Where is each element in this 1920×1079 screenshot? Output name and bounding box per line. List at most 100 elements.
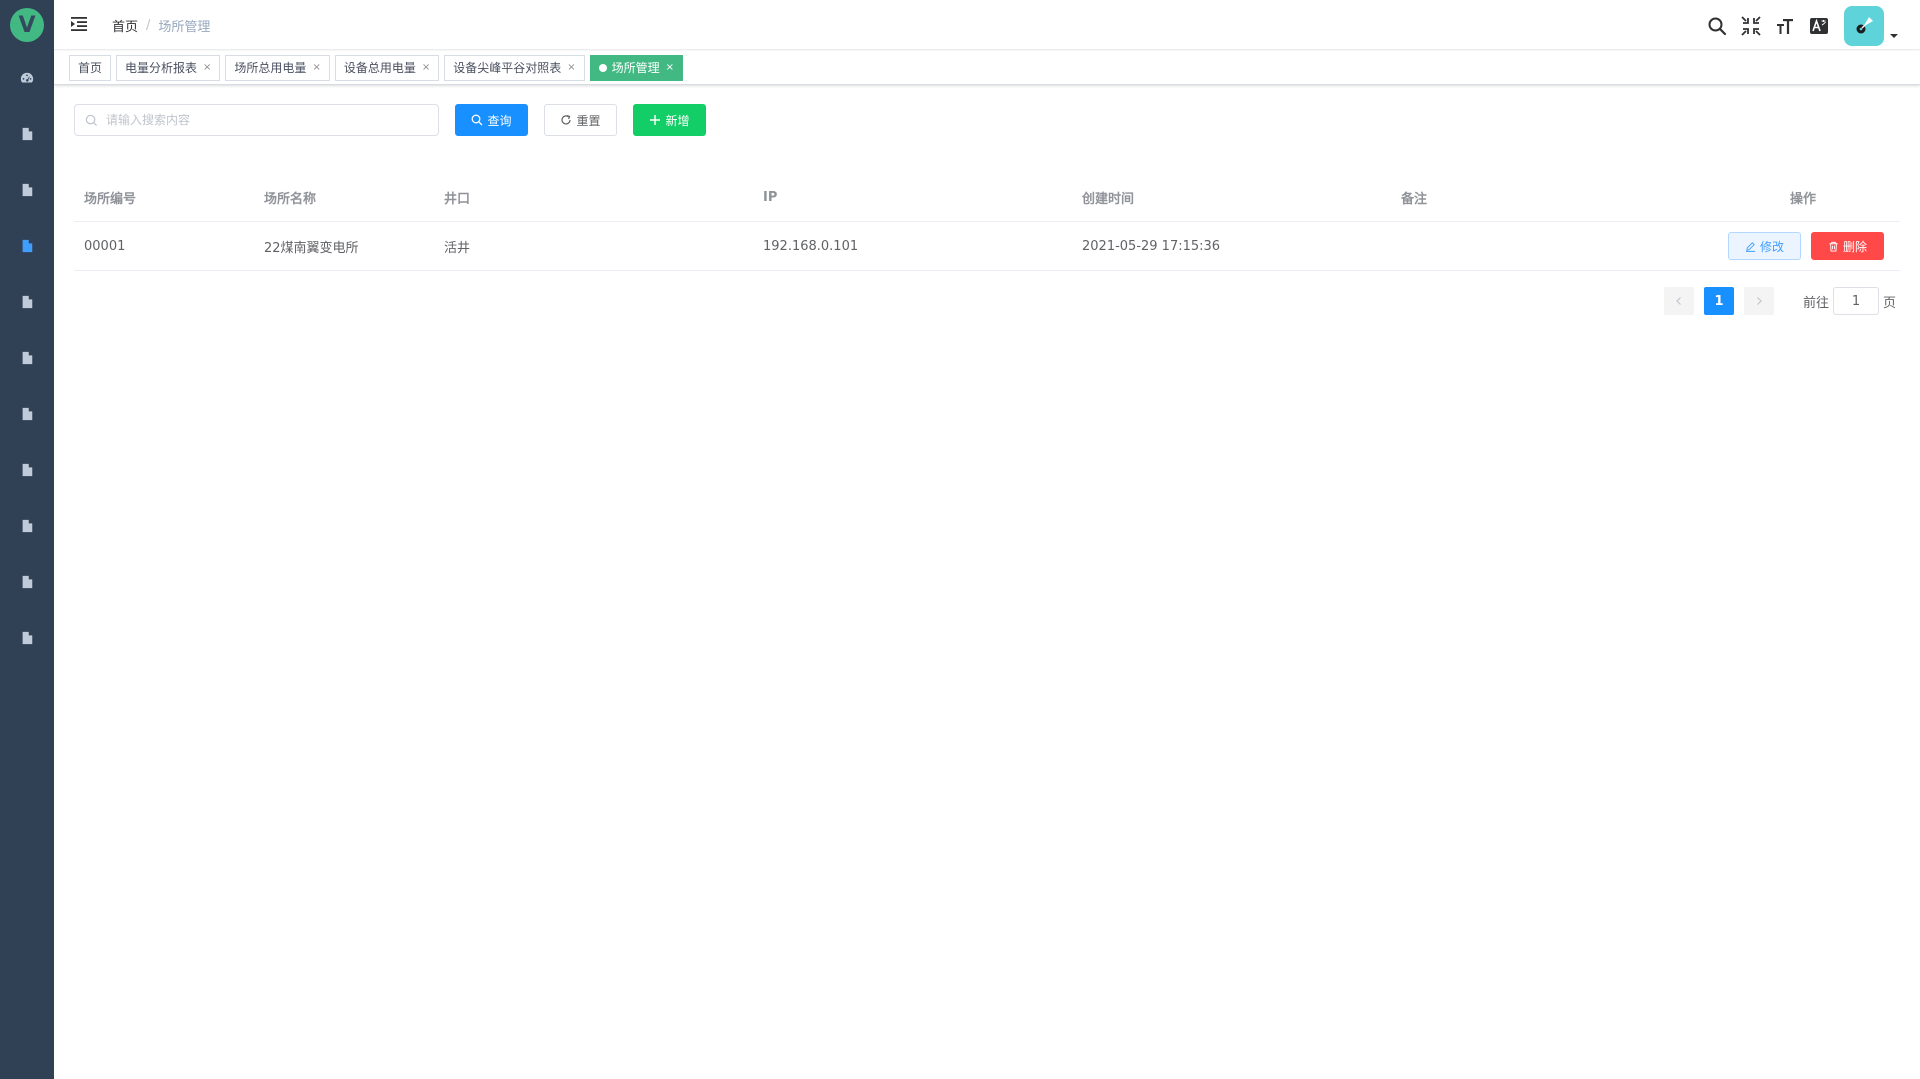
sidebar-item-report-2[interactable] — [0, 162, 54, 218]
search-icon — [1708, 17, 1727, 36]
document-icon — [22, 575, 33, 589]
column-header-actions-label: 操作 — [1789, 192, 1816, 207]
search-icon — [85, 114, 98, 126]
cell-ip: 192.168.0.101 — [763, 238, 859, 254]
font-size-button[interactable] — [1768, 6, 1802, 46]
tag-close-icon[interactable]: × — [422, 62, 430, 73]
sidebar-item-report-3[interactable] — [0, 218, 54, 274]
sidebar-item-report-9[interactable] — [0, 554, 54, 610]
goto-suffix: 页 — [1882, 295, 1896, 311]
main-content: 查询 重置 新增 场所编号 场所名称 井口 IP 创建时间 备注 操作 0000… — [54, 86, 1920, 1079]
delete-button[interactable]: 删除 — [1811, 232, 1884, 260]
chevron-right-icon — [1757, 297, 1762, 305]
chevron-left-icon — [1676, 297, 1681, 305]
table-header-row: 场所编号 场所名称 井口 IP 创建时间 备注 操作 — [74, 174, 1900, 222]
sidebar-item-report-4[interactable] — [0, 274, 54, 330]
page-jumper: 前往 页 — [1803, 287, 1896, 315]
document-icon — [22, 631, 33, 645]
column-header-name: 场所名称 — [264, 192, 317, 207]
column-header-well: 井口 — [444, 192, 471, 207]
menu-fold-icon — [71, 17, 87, 31]
tag-label: 电量分析报表 — [125, 61, 198, 75]
sidebar-item-report-5[interactable] — [0, 330, 54, 386]
cell-well: 活井 — [444, 240, 471, 256]
tag-close-icon[interactable]: × — [203, 62, 211, 73]
reset-button-label: 重置 — [576, 113, 601, 128]
tag-device-peak-valley-table[interactable]: 设备尖峰平谷对照表 × — [444, 54, 585, 81]
sidebar-item-report-8[interactable] — [0, 498, 54, 554]
pagination: 1 前往 页 — [1659, 287, 1896, 315]
goto-prefix: 前往 — [1802, 295, 1829, 311]
document-icon — [22, 295, 33, 309]
plus-icon — [650, 115, 661, 125]
tag-label: 场所总用电量 — [234, 61, 307, 75]
document-icon — [22, 239, 33, 253]
tag-close-icon[interactable]: × — [666, 62, 674, 73]
language-button[interactable] — [1802, 6, 1836, 46]
delete-button-label: 删除 — [1842, 239, 1867, 254]
header-search-button[interactable] — [1700, 6, 1734, 46]
cell-name: 22煤南翼变电所 — [264, 240, 359, 256]
language-icon — [1810, 18, 1828, 34]
tag-label: 设备尖峰平谷对照表 — [453, 61, 562, 75]
active-dot — [598, 63, 607, 72]
column-header-ip: IP — [763, 190, 778, 205]
prev-page-button[interactable] — [1663, 287, 1694, 315]
sidebar-item-dashboard[interactable] — [0, 50, 54, 106]
caret-down-icon[interactable] — [1888, 30, 1900, 42]
tag-label: 场所管理 — [611, 61, 660, 75]
document-icon — [22, 183, 33, 197]
font-size-icon — [1777, 19, 1793, 34]
document-icon — [22, 127, 33, 141]
tag-home[interactable]: 首页 — [69, 54, 112, 81]
user-avatar[interactable] — [1844, 6, 1884, 46]
tag-close-icon[interactable]: × — [567, 62, 575, 73]
breadcrumb-home[interactable]: 首页 — [112, 16, 138, 35]
cell-created: 2021-05-29 17:15:36 — [1082, 238, 1221, 254]
exit-fullscreen-icon — [1741, 16, 1761, 36]
column-header-code: 场所编号 — [84, 192, 137, 207]
search-input-wrapper[interactable] — [74, 104, 439, 136]
page-number-current[interactable]: 1 — [1703, 287, 1734, 315]
tag-site-total-power[interactable]: 场所总用电量 × — [225, 54, 330, 81]
goto-page-input[interactable] — [1832, 287, 1879, 315]
cell-code: 00001 — [84, 238, 126, 254]
search-input[interactable] — [104, 112, 424, 128]
query-button[interactable]: 查询 — [455, 104, 528, 136]
tags-view: 首页 电量分析报表 × 场所总用电量 × 设备总用电量 × 设备尖峰平谷对照表 … — [54, 51, 1920, 85]
edit-button[interactable]: 修改 — [1728, 232, 1801, 260]
dashboard-icon — [20, 72, 34, 83]
fullscreen-button[interactable] — [1734, 6, 1768, 46]
edit-icon — [1745, 241, 1756, 252]
query-button-label: 查询 — [487, 113, 512, 128]
breadcrumb-separator: / — [146, 18, 151, 33]
document-icon — [22, 407, 33, 421]
tag-site-management[interactable]: 场所管理 × — [589, 54, 684, 81]
site-table: 场所编号 场所名称 井口 IP 创建时间 备注 操作 00001 22煤南翼变电… — [74, 174, 1900, 271]
add-button-label: 新增 — [665, 113, 690, 128]
document-icon — [22, 463, 33, 477]
sidebar-item-report-10[interactable] — [0, 610, 54, 666]
tag-label: 设备总用电量 — [343, 61, 416, 75]
reset-button[interactable]: 重置 — [544, 104, 617, 136]
edit-button-label: 修改 — [1759, 239, 1784, 254]
breadcrumb-current: 场所管理 — [158, 20, 211, 35]
trash-icon — [1829, 241, 1838, 252]
tag-close-icon[interactable]: × — [312, 62, 320, 73]
cell-actions: 修改 删除 — [1710, 232, 1900, 260]
breadcrumb: 首页 / 场所管理 — [112, 16, 210, 35]
sidebar: V — [0, 0, 54, 1079]
sidebar-menu — [0, 50, 54, 666]
refresh-icon — [561, 114, 572, 125]
hamburger-toggle[interactable] — [70, 15, 88, 33]
next-page-button[interactable] — [1743, 287, 1774, 315]
search-toolbar: 查询 重置 新增 — [74, 104, 706, 136]
tag-device-total-power[interactable]: 设备总用电量 × — [334, 54, 440, 81]
sidebar-item-report-7[interactable] — [0, 442, 54, 498]
sidebar-item-report-6[interactable] — [0, 386, 54, 442]
app-logo[interactable]: V — [10, 8, 44, 42]
add-button[interactable]: 新增 — [633, 104, 706, 136]
sidebar-item-report-1[interactable] — [0, 106, 54, 162]
document-icon — [22, 351, 33, 365]
tag-power-analysis-report[interactable]: 电量分析报表 × — [116, 54, 221, 81]
